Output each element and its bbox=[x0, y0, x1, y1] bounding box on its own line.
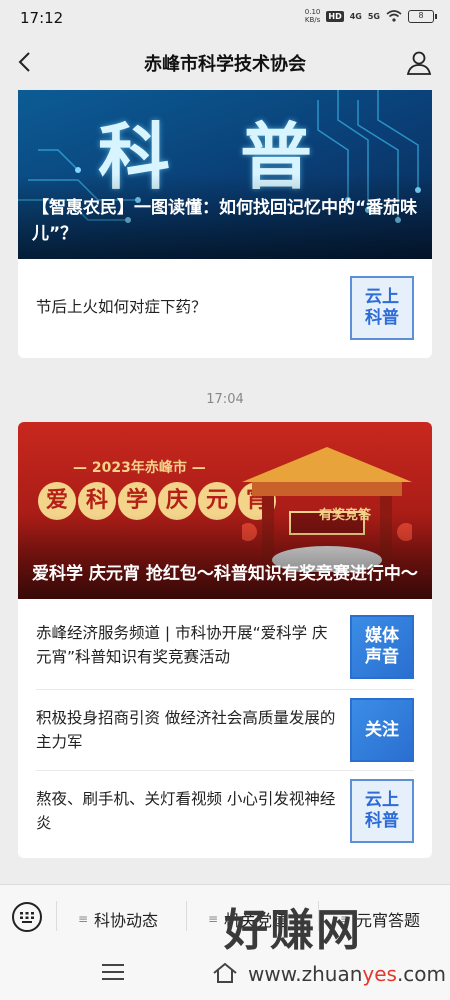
net-speed: 0.10 KB/s bbox=[304, 8, 321, 24]
status-icons: 0.10 KB/s HD 4G 5G 8 bbox=[304, 8, 437, 24]
status-bar: 17:12 0.10 KB/s HD 4G 5G 8 bbox=[0, 0, 450, 36]
item-thumbnail[interactable]: 关注 bbox=[350, 698, 414, 762]
item-title[interactable]: 熬夜、刷手机、关灯看视频 小心引发视神经炎 bbox=[36, 787, 336, 835]
page-title: 赤峰市科学技术协会 bbox=[144, 54, 306, 75]
cover-title[interactable]: 爱科学 庆元宵 抢红包～科普知识有奖竞赛进行中～ bbox=[32, 561, 418, 587]
item-title[interactable]: 赤峰经济服务频道 | 市科协开展“爱科学 庆元宵”科普知识有奖竞赛活动 bbox=[36, 621, 336, 669]
item-thumbnail[interactable]: 云上科普 bbox=[350, 276, 414, 340]
cover-year: — 2023年赤峰市 — bbox=[73, 460, 206, 476]
item-title[interactable]: 节后上火如何对症下药？ bbox=[36, 295, 336, 319]
thumbnail-label: 云上科普 bbox=[365, 287, 399, 328]
article-card-1: 科普 【智惠农民】一图读懂：如何找回记忆中的“番茄味儿”？ 节后上火如何对症下药… bbox=[18, 90, 432, 358]
status-time: 17:12 bbox=[20, 9, 64, 27]
cover-image-kepu[interactable]: 科普 【智惠农民】一图读懂：如何找回记忆中的“番茄味儿”？ bbox=[18, 90, 432, 259]
menu-item-kexie[interactable]: ≡ 科协动态 bbox=[78, 907, 158, 931]
nav-bar: 赤峰市科学技术协会 bbox=[0, 36, 450, 90]
cover-title[interactable]: 【智惠农民】一图读懂：如何找回记忆中的“番茄味儿”？ bbox=[32, 195, 418, 247]
keyboard-icon[interactable] bbox=[12, 902, 42, 932]
profile-icon[interactable] bbox=[406, 50, 432, 76]
timestamp: 17:04 bbox=[206, 392, 244, 407]
menu-icon[interactable] bbox=[102, 964, 124, 985]
watermark-title: 好赚网 bbox=[224, 905, 362, 956]
item-thumbnail[interactable]: 云上科普 bbox=[350, 779, 414, 843]
battery-icon: 8 bbox=[408, 9, 437, 23]
signal-4g-icon: 4G bbox=[349, 11, 362, 21]
watermark-url: www.zhuanyes.com bbox=[248, 962, 447, 986]
list-item[interactable]: 积极投身招商引资 做经济社会高质量发展的主力军 关注 bbox=[18, 690, 432, 770]
list-item[interactable]: 熬夜、刷手机、关灯看视频 小心引发视神经炎 云上科普 bbox=[18, 771, 432, 858]
item-title[interactable]: 积极投身招商引资 做经济社会高质量发展的主力军 bbox=[36, 706, 336, 754]
list-item[interactable]: 赤峰经济服务频道 | 市科协开展“爱科学 庆元宵”科普知识有奖竞赛活动 媒体声音 bbox=[18, 599, 432, 689]
list-item[interactable]: 节后上火如何对症下药？ 云上科普 bbox=[18, 259, 432, 358]
menu-item-label: 科协动态 bbox=[94, 911, 159, 930]
menu-separator bbox=[56, 901, 57, 931]
thumbnail-label: 云上科普 bbox=[365, 790, 399, 831]
signal-5g-icon: 5G bbox=[367, 11, 380, 21]
item-thumbnail[interactable]: 媒体声音 bbox=[350, 615, 414, 679]
thumbnail-label: 关注 bbox=[365, 719, 399, 740]
article-card-2: — 2023年赤峰市 — 爱 科 学 庆 元 宵 有奖竞答 爱科学 庆元宵 抢红… bbox=[18, 422, 432, 858]
menu-separator bbox=[186, 901, 187, 931]
cover-image-yuanxiao[interactable]: — 2023年赤峰市 — 爱 科 学 庆 元 宵 有奖竞答 爱科学 庆元宵 抢红… bbox=[18, 422, 432, 599]
wifi-icon bbox=[386, 10, 402, 22]
thumbnail-label: 媒体声音 bbox=[365, 626, 399, 667]
watermark: 好赚网 www.zhuanyes.com bbox=[210, 892, 450, 1000]
menu-lines-icon: ≡ bbox=[78, 912, 89, 926]
hd-icon: HD bbox=[326, 10, 344, 22]
